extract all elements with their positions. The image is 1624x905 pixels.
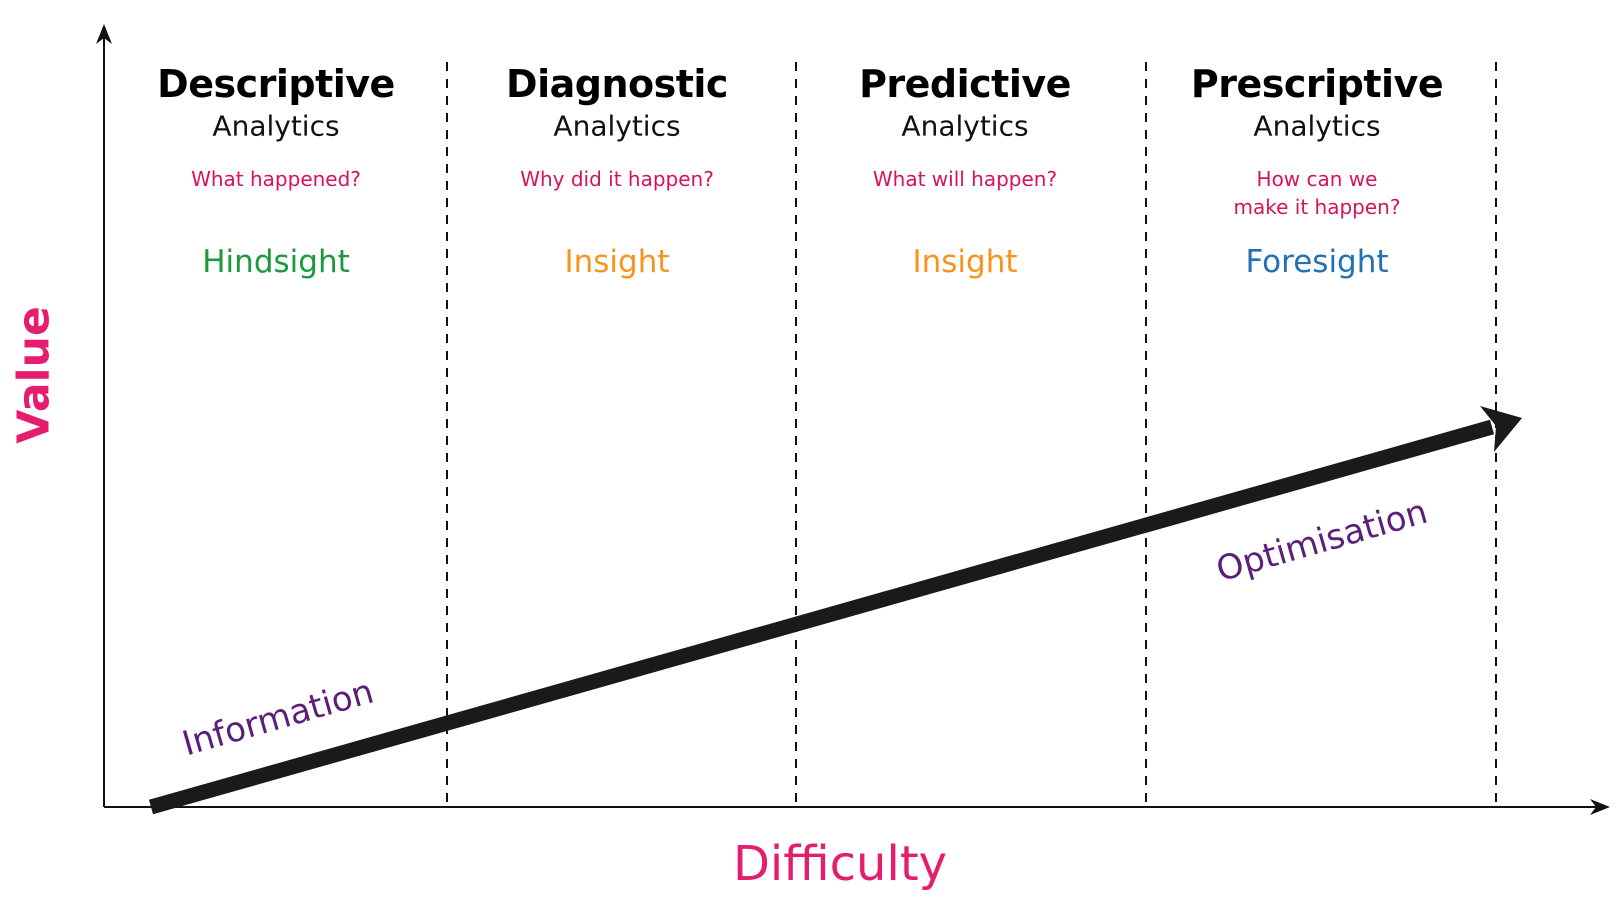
column-question: What will happen? (872, 167, 1058, 191)
x-axis-label: Difficulty (732, 836, 948, 892)
column-subtitle: Analytics (553, 109, 681, 143)
column-outcome: Insight (912, 244, 1018, 280)
column-title: Diagnostic (506, 62, 728, 106)
column-outcome: Insight (564, 244, 670, 280)
column-question-line: How can we (1256, 167, 1378, 191)
column-subtitle: Analytics (1253, 109, 1381, 143)
column-subtitle: Analytics (901, 109, 1029, 143)
column-question: What happened? (191, 167, 361, 191)
column-outcome: Hindsight (202, 244, 350, 280)
column-question-line: make it happen? (1233, 195, 1401, 219)
y-axis-label: Value (8, 306, 60, 444)
column-question: Why did it happen? (520, 167, 714, 191)
column-title: Prescriptive (1190, 62, 1444, 106)
column-subtitle: Analytics (212, 109, 340, 143)
column-question: How can we make it happen? (1234, 165, 1401, 221)
column-title: Descriptive (157, 62, 395, 106)
column-title: Predictive (859, 62, 1071, 106)
progress-arrow (148, 419, 1495, 815)
column-outcome: Foresight (1245, 244, 1389, 280)
